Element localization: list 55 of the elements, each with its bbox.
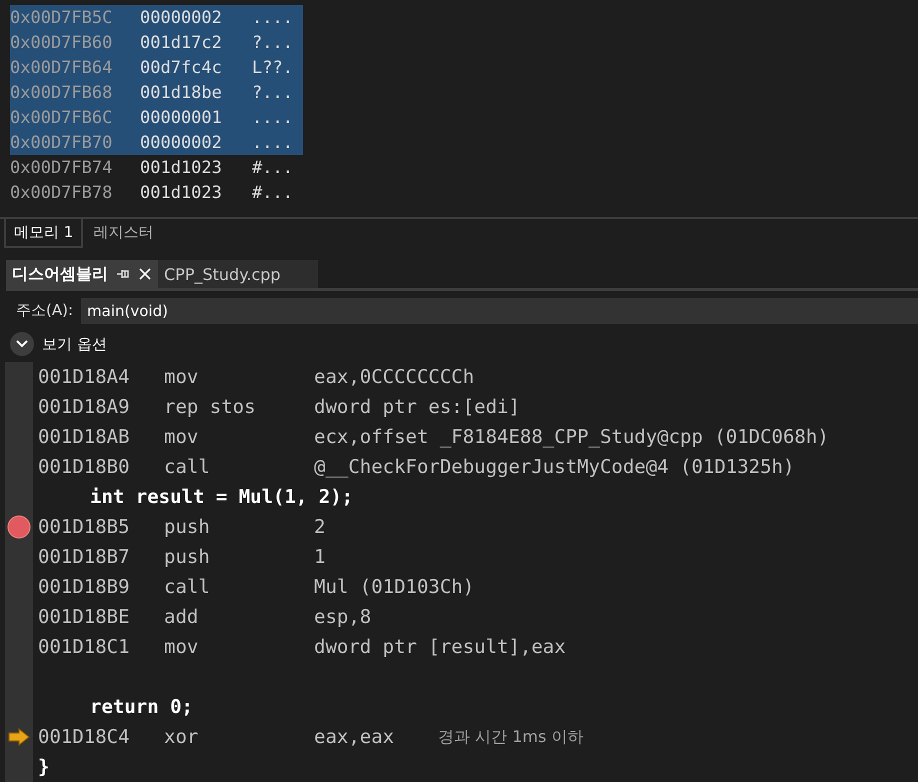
operands: dword ptr [result],eax (314, 636, 566, 658)
instruction-address: 001D18A9 (38, 396, 131, 418)
instruction-address: 001D18C4 (38, 726, 131, 748)
mnemonic: add (164, 606, 200, 628)
memory-row[interactable]: 0x00D7FB70 00000002 .... (10, 130, 303, 155)
memory-row[interactable]: 0x00D7FB64 00d7fc4c L??. (10, 55, 303, 80)
mnemonic: push (164, 516, 211, 538)
mnemonic: mov (164, 366, 200, 388)
close-icon[interactable] (138, 267, 152, 282)
instruction-address: 001D18BE (38, 606, 131, 628)
address-label: 주소(A): (16, 301, 74, 320)
chevron-icon (16, 340, 28, 348)
mnemonic: call (164, 576, 211, 598)
instruction-address: 001D18B9 (38, 576, 131, 598)
view-options-label: 보기 옵션 (42, 334, 107, 354)
instruction-address: 001D18A4 (38, 366, 131, 388)
mnemonic: rep stos (164, 396, 257, 418)
instruction-address: 001D18B5 (38, 516, 131, 538)
instruction-address: 001D18B7 (38, 546, 131, 568)
panel-tab[interactable]: 메모리 1 (4, 218, 84, 248)
memory-row[interactable]: 0x00D7FB60 001d17c2 ?... (10, 30, 303, 55)
operands: 2 (314, 516, 326, 538)
memory-row[interactable]: 0x00D7FB74 001d1023 #... (10, 155, 303, 180)
source-line: return 0; (89, 696, 193, 718)
instruction-address: 001D18C1 (38, 636, 131, 658)
memory-row[interactable]: 0x00D7FB5C 00000002 .... (10, 5, 303, 30)
source-line: int result = Mul(1, 2); (89, 486, 354, 508)
mnemonic: mov (164, 636, 200, 658)
mnemonic: push (164, 546, 211, 568)
memory-row[interactable]: 0x00D7FB68 001d18be ?... (10, 80, 303, 105)
instruction-address: 001D18AB (38, 426, 131, 448)
operands: ecx,offset _F8184E88_CPP_Study@cpp (01DC068h) (314, 426, 829, 448)
operands: @__CheckForDebuggerJustMyCode@4 (01D1325h) (314, 456, 794, 478)
address-field[interactable]: main(void) (81, 298, 918, 324)
operands: eax,0CCCCCCCCh (314, 366, 474, 388)
memory-row[interactable]: 0x00D7FB6C 00000001 .... (10, 105, 303, 130)
operands: dword ptr es:[edi] (314, 396, 520, 418)
memory-row[interactable]: 0x00D7FB78 001d1023 #... (10, 180, 303, 205)
document-tab[interactable]: 디스어셈블리 (6, 260, 158, 288)
mnemonic: mov (164, 426, 200, 448)
mnemonic: xor (164, 726, 200, 748)
operands: eax,eax (314, 726, 394, 748)
operands: 1 (314, 546, 326, 568)
tab-label: CPP_Study.cpp (164, 264, 281, 284)
elapsed-time-note: 경과 시간 1ms 이하 (438, 726, 584, 748)
tab-label: 디스어셈블리 (12, 264, 108, 285)
source-line: } (38, 756, 50, 778)
operands: Mul (01D103Ch) (314, 576, 474, 598)
document-tab[interactable]: CPP_Study.cpp (158, 260, 318, 288)
panel-tab[interactable]: 레지스터 (83, 218, 164, 248)
expand-button[interactable] (10, 332, 34, 356)
operands: esp,8 (314, 606, 372, 628)
instruction-address: 001D18B0 (38, 456, 131, 478)
breakpoint-icon[interactable] (7, 515, 31, 540)
mnemonic: call (164, 456, 211, 478)
